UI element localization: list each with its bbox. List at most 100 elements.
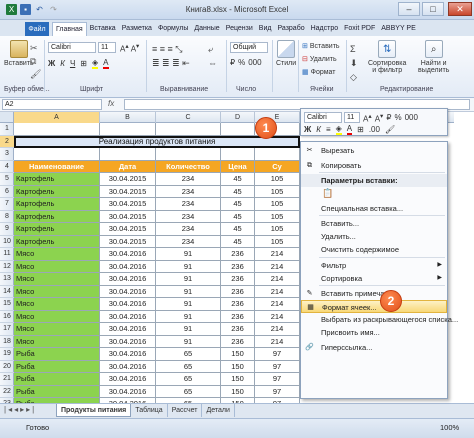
sheet-nav-arrows-icon[interactable]: |◂◂▸▸| — [4, 405, 36, 414]
cut-icon[interactable]: ✂ — [30, 42, 41, 55]
mini-align-icon[interactable]: ≡ — [326, 125, 331, 134]
table-header-cell[interactable]: Наименование — [14, 160, 100, 173]
table-cell[interactable]: 65 — [156, 360, 221, 373]
table-cell[interactable]: Мясо — [14, 310, 100, 323]
context-menu-item-11[interactable]: ▦ Формат ячеек... — [301, 300, 447, 313]
align-top-icons[interactable]: ≡ ≡ ≡ ⤡ — [152, 42, 190, 56]
column-header-C[interactable]: C — [156, 112, 221, 123]
table-cell[interactable]: 91 — [156, 260, 221, 273]
table-cell[interactable]: 236 — [221, 285, 255, 298]
copy-icon[interactable]: ⧉ — [30, 55, 41, 68]
context-menu-item-12[interactable]: Выбрать из раскрывающегося списка... — [301, 313, 458, 326]
mini-size-box[interactable]: 11 — [344, 112, 360, 123]
row-header-19[interactable]: 19 — [0, 348, 14, 361]
context-menu-item-13[interactable]: Присвоить имя... — [301, 326, 447, 339]
styles-button[interactable]: Стили — [276, 40, 296, 67]
table-cell[interactable]: 105 — [255, 223, 300, 236]
delete-cells-button[interactable]: ⊟ Удалить — [302, 55, 337, 64]
table-cell[interactable]: Картофель — [14, 235, 100, 248]
autosum-icon[interactable]: Σ — [350, 42, 358, 56]
tab-2[interactable]: Разметка — [119, 22, 155, 36]
mini-bold-icon[interactable]: Ж — [304, 125, 311, 134]
cell[interactable] — [156, 148, 221, 161]
wrap-text-icon[interactable]: ⤶ — [208, 42, 217, 56]
table-cell[interactable]: 30.04.2016 — [100, 335, 156, 348]
sheet-tab-0[interactable]: Продукты питания — [56, 404, 132, 417]
table-cell[interactable]: Мясо — [14, 323, 100, 336]
table-cell[interactable]: 214 — [255, 323, 300, 336]
table-cell[interactable]: 30.04.2016 — [100, 285, 156, 298]
table-cell[interactable]: 91 — [156, 323, 221, 336]
table-cell[interactable]: 30.04.2016 — [100, 348, 156, 361]
bold-icon[interactable]: Ж — [48, 59, 55, 68]
table-cell[interactable]: 30.04.2015 — [100, 210, 156, 223]
table-cell[interactable]: 30.04.2015 — [100, 198, 156, 211]
tab-5[interactable]: Рецензи — [223, 22, 256, 36]
row-header-20[interactable]: 20 — [0, 361, 14, 373]
table-cell[interactable]: 234 — [156, 223, 221, 236]
column-header-A[interactable]: A — [14, 112, 100, 123]
zoom-level[interactable]: 100% — [440, 423, 459, 432]
table-cell[interactable]: 30.04.2016 — [100, 385, 156, 398]
italic-icon[interactable]: К — [60, 59, 65, 68]
table-cell[interactable]: 150 — [221, 385, 255, 398]
table-cell[interactable]: Мясо — [14, 285, 100, 298]
tab-3[interactable]: Формулы — [155, 22, 191, 36]
table-cell[interactable]: 91 — [156, 285, 221, 298]
table-header-cell[interactable]: Цена — [221, 160, 255, 173]
table-cell[interactable]: 105 — [255, 210, 300, 223]
sheet-tab-1[interactable]: Таблица — [131, 404, 168, 417]
tab-10[interactable]: ABBYY PE — [378, 22, 419, 36]
row-header-15[interactable]: 15 — [0, 298, 14, 311]
table-cell[interactable]: 234 — [156, 185, 221, 198]
mini-grow-icon[interactable]: A▴ — [363, 112, 372, 124]
cell[interactable] — [14, 148, 100, 161]
table-cell[interactable]: Картофель — [14, 223, 100, 236]
table-cell[interactable]: Мясо — [14, 298, 100, 311]
name-box[interactable]: A2 — [2, 99, 102, 110]
merge-icon[interactable]: ⇔ — [208, 56, 217, 70]
table-cell[interactable]: 30.04.2015 — [100, 173, 156, 186]
currency-icon[interactable]: ₽ — [230, 58, 235, 67]
font-color-icon[interactable]: A — [103, 58, 109, 69]
table-cell[interactable]: 234 — [156, 210, 221, 223]
context-menu-item-4[interactable]: Специальная вставка... — [301, 202, 447, 215]
row-header-3[interactable]: 3 — [0, 148, 14, 161]
table-header-cell[interactable]: Су — [255, 160, 300, 173]
row-header-12[interactable]: 12 — [0, 261, 14, 273]
table-cell[interactable]: 30.04.2016 — [100, 298, 156, 311]
table-cell[interactable]: 234 — [156, 173, 221, 186]
border-icon[interactable]: ⊞ — [80, 59, 87, 68]
table-cell[interactable]: 214 — [255, 248, 300, 261]
row-header-17[interactable]: 17 — [0, 323, 14, 336]
table-cell[interactable]: 45 — [221, 235, 255, 248]
table-cell[interactable]: 30.04.2016 — [100, 373, 156, 386]
context-menu-item-8[interactable]: Фильтр ▶ — [301, 259, 447, 272]
row-header-14[interactable]: 14 — [0, 286, 14, 298]
mini-fontcolor-icon[interactable]: A — [346, 124, 353, 135]
table-cell[interactable]: 105 — [255, 173, 300, 186]
select-all-corner[interactable] — [0, 112, 14, 123]
mini-border-icon[interactable]: ⊞ — [357, 125, 364, 134]
table-cell[interactable]: 30.04.2015 — [100, 185, 156, 198]
table-cell[interactable]: 91 — [156, 273, 221, 286]
cell[interactable] — [221, 123, 255, 136]
table-cell[interactable]: Картофель — [14, 198, 100, 211]
table-cell[interactable]: 236 — [221, 298, 255, 311]
sheet-tab-3[interactable]: Детали — [202, 404, 235, 417]
tab-6[interactable]: Вид — [256, 22, 275, 36]
table-cell[interactable]: Мясо — [14, 273, 100, 286]
table-cell[interactable]: 214 — [255, 335, 300, 348]
row-header-2[interactable]: 2 — [0, 135, 14, 148]
table-cell[interactable]: 150 — [221, 373, 255, 386]
row-header-21[interactable]: 21 — [0, 373, 14, 386]
cell[interactable] — [221, 148, 255, 161]
table-cell[interactable]: 91 — [156, 248, 221, 261]
sort-filter-button[interactable]: ⇅ Сортировка и фильтр — [368, 40, 406, 74]
row-header-9[interactable]: 9 — [0, 223, 14, 236]
table-cell[interactable]: 236 — [221, 273, 255, 286]
table-cell[interactable]: Картофель — [14, 210, 100, 223]
mini-font-box[interactable]: Calibri — [304, 112, 342, 123]
tab-0[interactable]: Главная — [52, 22, 87, 36]
table-cell[interactable]: 97 — [255, 348, 300, 361]
